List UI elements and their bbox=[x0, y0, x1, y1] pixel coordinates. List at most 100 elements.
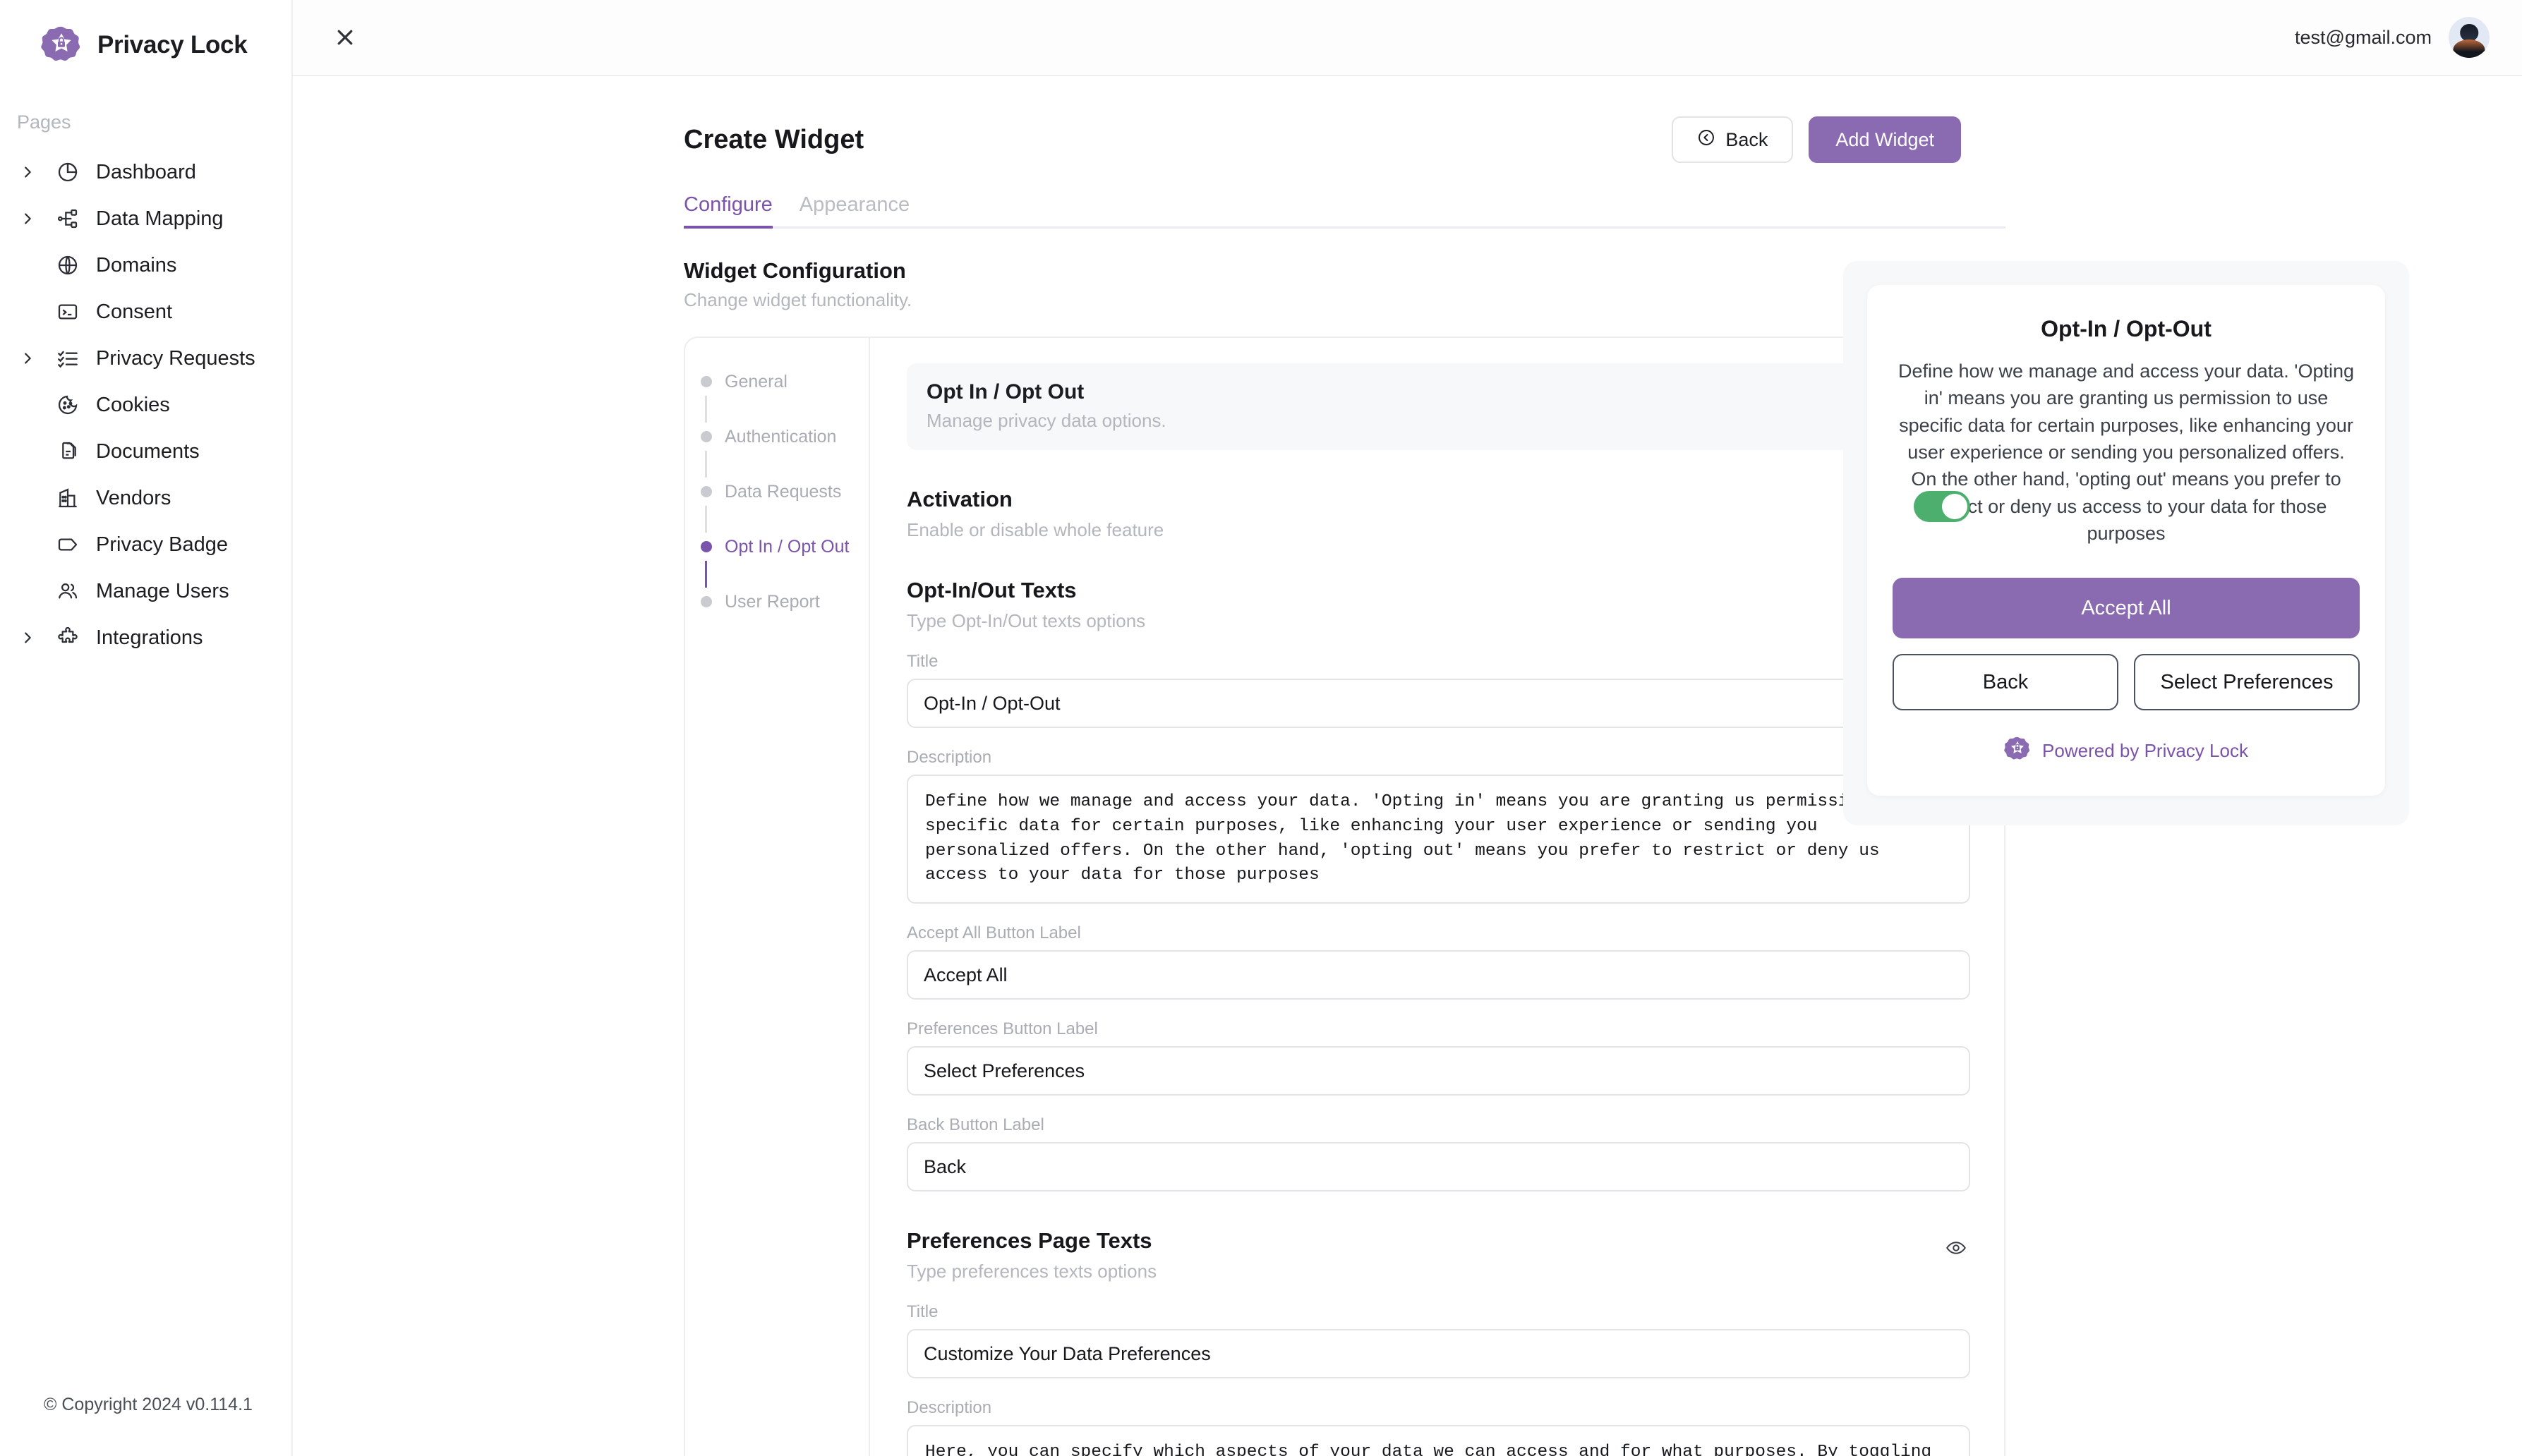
stepper-connector bbox=[705, 506, 707, 533]
stepper-item-label: Data Requests bbox=[725, 481, 842, 502]
sidebar-item-privacy-badge[interactable]: Privacy Badge bbox=[0, 521, 291, 568]
stepper-item-general[interactable]: General bbox=[701, 368, 869, 396]
configure-column: Create Widget Back Add Widget Configure bbox=[293, 76, 2005, 1456]
powered-by-label: Powered by Privacy Lock bbox=[2042, 740, 2248, 762]
stepper-connector bbox=[705, 561, 707, 588]
sidebar-item-privacy-requests[interactable]: Privacy Requests bbox=[0, 335, 291, 382]
globe-icon bbox=[49, 254, 86, 277]
sidebar-item-label: Privacy Badge bbox=[96, 533, 228, 556]
terminal-icon bbox=[49, 301, 86, 323]
avatar-body bbox=[2453, 40, 2485, 58]
preferences-texts-headings: Preferences Page Texts Type preferences … bbox=[907, 1228, 1942, 1282]
sidebar-item-label: Domains bbox=[96, 253, 177, 277]
sidebar-item-manage-users[interactable]: Manage Users bbox=[0, 568, 291, 614]
sitemap-icon bbox=[49, 207, 86, 230]
sidebar-item-label: Documents bbox=[96, 439, 200, 463]
sidebar-item-data-mapping[interactable]: Data Mapping bbox=[0, 195, 291, 242]
preferences-texts-title: Preferences Page Texts bbox=[907, 1228, 1152, 1254]
tab-appearance[interactable]: Appearance bbox=[800, 193, 910, 226]
privacy-lock-badge-icon bbox=[41, 25, 82, 66]
stepper-item-label: User Report bbox=[725, 591, 820, 612]
user-email: test@gmail.com bbox=[2295, 26, 2432, 48]
stepper-item-user-report[interactable]: User Report bbox=[701, 588, 869, 616]
toggle-knob bbox=[1942, 494, 1967, 519]
sidebar-item-label: Cookies bbox=[96, 393, 170, 416]
sidebar-item-domains[interactable]: Domains bbox=[0, 242, 291, 289]
widget-preview-panel: Opt-In / Opt-Out Define how we manage an… bbox=[1843, 261, 2409, 826]
stepper-item-label: Opt In / Opt Out bbox=[725, 536, 850, 557]
back-circle-icon bbox=[1697, 128, 1715, 152]
page-title: Create Widget bbox=[684, 124, 864, 154]
sidebar-item-label: Data Mapping bbox=[96, 207, 224, 230]
sidebar-item-cookies[interactable]: Cookies bbox=[0, 382, 291, 428]
back-button-label: Back bbox=[1725, 128, 1768, 150]
tag-icon bbox=[49, 533, 86, 556]
brand[interactable]: Privacy Lock bbox=[0, 0, 291, 68]
sidebar-item-label: Dashboard bbox=[96, 160, 196, 183]
privacy-lock-badge-icon bbox=[2004, 736, 2031, 766]
avatar[interactable] bbox=[2449, 17, 2490, 58]
pie-chart-icon bbox=[49, 161, 86, 183]
stepper-item-opt-in-opt-out[interactable]: Opt In / Opt Out bbox=[701, 533, 869, 561]
preview-powered-by[interactable]: Powered by Privacy Lock bbox=[1893, 736, 2360, 766]
step-dot-icon bbox=[701, 541, 712, 552]
sidebar-section-label: Pages bbox=[17, 111, 71, 133]
sidebar: Privacy Lock Pages Dashboard Data Mappin… bbox=[0, 0, 293, 1456]
back-button[interactable]: Back bbox=[1672, 116, 1794, 163]
sidebar-item-label: Consent bbox=[96, 300, 173, 323]
preview-secondary-row: Back Select Preferences bbox=[1893, 654, 2360, 711]
cookie-icon bbox=[49, 394, 86, 416]
chevron-right-icon[interactable] bbox=[20, 351, 49, 366]
tab-configure[interactable]: Configure bbox=[684, 193, 773, 226]
main-area: test@gmail.com Create Widget Back Add Wi… bbox=[293, 0, 2522, 1456]
preview-select-preferences-button[interactable]: Select Preferences bbox=[2134, 654, 2360, 711]
preview-column: Opt-In / Opt-Out Define how we manage an… bbox=[1788, 76, 2522, 1456]
optin-texts-subtitle: Type Opt-In/Out texts options bbox=[907, 610, 1146, 631]
step-dot-icon bbox=[701, 431, 712, 442]
stepper-item-label: Authentication bbox=[725, 426, 837, 447]
users-icon bbox=[49, 580, 86, 602]
step-dot-icon bbox=[701, 486, 712, 497]
stepper-item-authentication[interactable]: Authentication bbox=[701, 423, 869, 451]
widget-preview-card: Opt-In / Opt-Out Define how we manage an… bbox=[1867, 285, 2385, 796]
sidebar-item-consent[interactable]: Consent bbox=[0, 289, 291, 335]
chevron-right-icon[interactable] bbox=[20, 211, 49, 226]
sidebar-item-label: Integrations bbox=[96, 626, 203, 649]
documents-icon bbox=[49, 440, 86, 463]
sidebar-item-vendors[interactable]: Vendors bbox=[0, 475, 291, 521]
sidebar-item-integrations[interactable]: Integrations bbox=[0, 614, 291, 661]
preview-back-button[interactable]: Back bbox=[1893, 654, 2118, 711]
sidebar-nav: Dashboard Data Mapping Domains Consent P… bbox=[0, 149, 291, 661]
copyright-text: © Copyright 2024 v0.114.1 bbox=[44, 1395, 253, 1414]
configuration-stepper: General Authentication Data Requests Opt… bbox=[685, 338, 870, 1456]
chevron-right-icon[interactable] bbox=[20, 164, 49, 180]
stepper-connector bbox=[705, 396, 707, 423]
preferences-texts-subtitle: Type preferences texts options bbox=[907, 1261, 1157, 1282]
checklist-icon bbox=[49, 347, 86, 370]
topbar: test@gmail.com bbox=[293, 0, 2522, 76]
sidebar-item-label: Privacy Requests bbox=[96, 346, 255, 370]
stepper-connector bbox=[705, 451, 707, 478]
sidebar-item-dashboard[interactable]: Dashboard bbox=[0, 149, 291, 195]
content-area: Create Widget Back Add Widget Configure bbox=[293, 76, 2522, 1456]
preview-accept-all-button[interactable]: Accept All bbox=[1893, 578, 2360, 639]
stepper-item-label: General bbox=[725, 371, 788, 392]
tabs: Configure Appearance bbox=[684, 193, 2005, 229]
optin-texts-headings: Opt-In/Out Texts Type Opt-In/Out texts o… bbox=[907, 578, 1942, 632]
chevron-right-icon[interactable] bbox=[20, 630, 49, 645]
activation-title: Activation bbox=[907, 487, 1013, 511]
avatar-head bbox=[2460, 24, 2478, 42]
sidebar-item-label: Vendors bbox=[96, 486, 171, 509]
activation-toggle[interactable] bbox=[1914, 491, 1970, 522]
preview-title: Opt-In / Opt-Out bbox=[2041, 316, 2212, 341]
puzzle-icon bbox=[49, 626, 86, 649]
sidebar-item-documents[interactable]: Documents bbox=[0, 428, 291, 475]
stepper-item-data-requests[interactable]: Data Requests bbox=[701, 478, 869, 506]
activation-subtitle: Enable or disable whole feature bbox=[907, 519, 1164, 540]
close-icon[interactable] bbox=[325, 18, 365, 57]
optin-texts-title: Opt-In/Out Texts bbox=[907, 578, 1077, 602]
brand-name: Privacy Lock bbox=[97, 31, 248, 59]
sidebar-item-label: Manage Users bbox=[96, 579, 229, 602]
activation-texts: Activation Enable or disable whole featu… bbox=[907, 487, 1914, 541]
step-dot-icon bbox=[701, 376, 712, 387]
